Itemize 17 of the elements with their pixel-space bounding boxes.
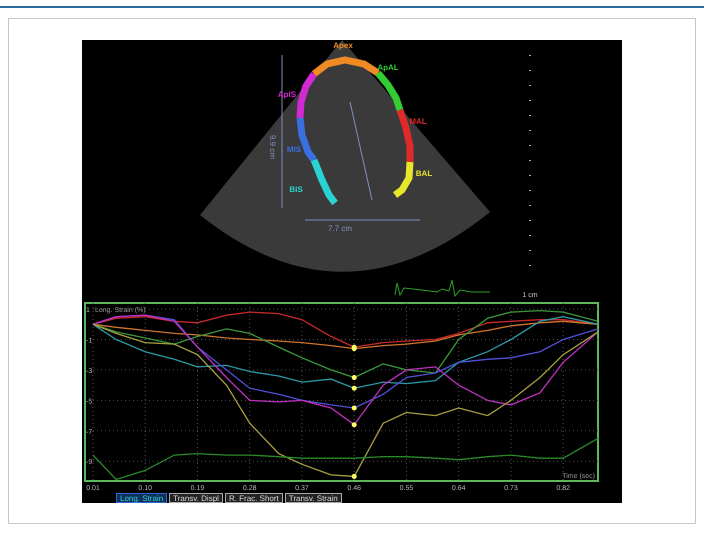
peak-marker (352, 474, 357, 479)
chart-tab[interactable]: R. Frac. Short (224, 493, 283, 503)
peak-marker (352, 386, 357, 391)
peak-marker (352, 405, 357, 410)
segment-label: ApAL (377, 63, 399, 72)
length-label: 9.9 cm (268, 135, 277, 160)
width-label: 7.7 cm (328, 224, 352, 233)
segment-label: MAL (409, 117, 427, 126)
chart-tab[interactable]: Transv. Displ (169, 493, 223, 503)
chart-tab[interactable]: Transv. Strain (284, 493, 342, 503)
segment-label: BIS (289, 185, 303, 194)
segment-label: MIS (286, 145, 302, 154)
peak-marker (352, 422, 357, 428)
peak-marker (352, 375, 357, 380)
segment-label: Apex (333, 41, 353, 50)
chart-tab[interactable]: Long. Strain (116, 493, 168, 503)
segment-label: BAL (416, 169, 432, 178)
